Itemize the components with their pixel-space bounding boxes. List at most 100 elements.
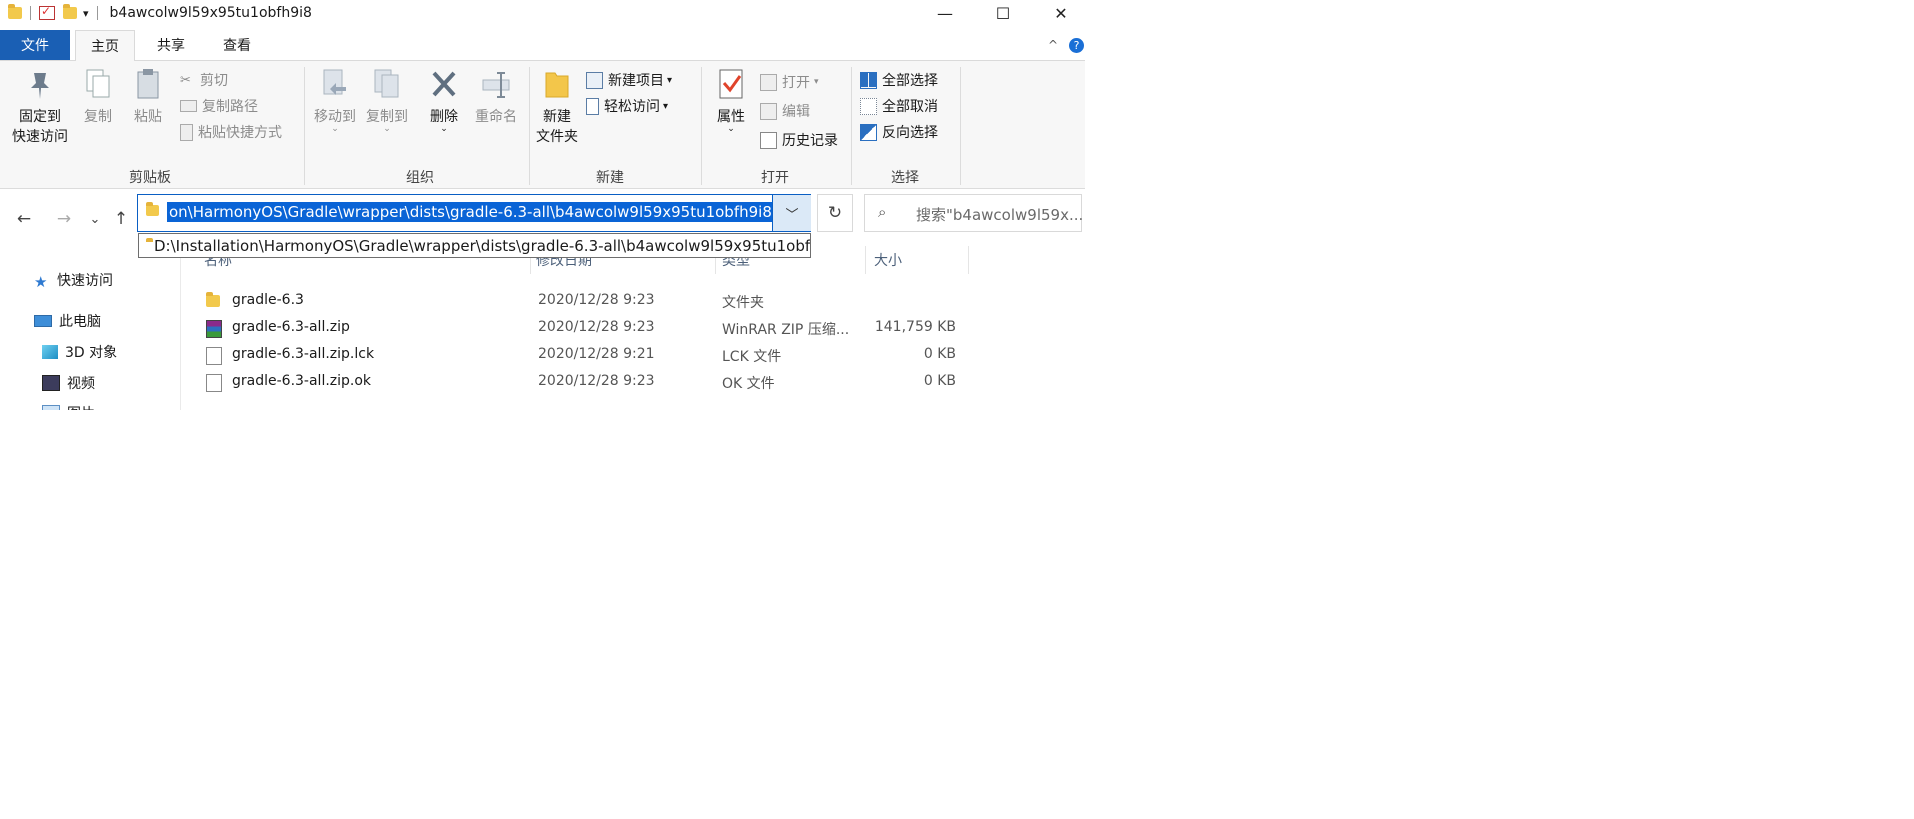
nav-item-videos[interactable]: 视频 bbox=[42, 371, 95, 395]
navigation-pane: ★ 快速访问 此电脑 3D 对象 视频 图片 bbox=[0, 246, 181, 410]
column-separator[interactable] bbox=[865, 246, 866, 274]
nav-item-pictures[interactable]: 图片 bbox=[42, 401, 95, 410]
cut-button[interactable]: ✂ 剪切 bbox=[180, 69, 228, 91]
help-icon: ? bbox=[1069, 37, 1084, 53]
delete-button[interactable]: 删除 ⌄ bbox=[424, 63, 464, 134]
star-icon: ★ bbox=[34, 273, 48, 291]
copy-path-button[interactable]: 复制路径 bbox=[180, 95, 258, 117]
file-row[interactable]: gradle-6.3-all.zip.lck 2020/12/28 9:21 L… bbox=[196, 342, 956, 369]
paste-button[interactable]: 粘贴 bbox=[128, 63, 168, 126]
copy-button[interactable]: 复制 bbox=[78, 63, 118, 126]
select-all-button[interactable]: 全部选择 bbox=[860, 69, 938, 91]
winrar-zip-icon bbox=[206, 320, 222, 338]
file-name: gradle-6.3-all.zip.ok bbox=[232, 373, 372, 389]
edit-icon bbox=[760, 102, 777, 120]
ribbon-tabs: 文件 主页 共享 查看 ^ ? bbox=[0, 30, 1085, 62]
paste-shortcut-icon bbox=[180, 123, 193, 141]
history-button[interactable]: 历史记录 bbox=[760, 129, 838, 151]
nav-item-this-pc[interactable]: 此电脑 bbox=[34, 309, 101, 333]
forward-button[interactable]: → bbox=[51, 206, 77, 232]
delete-label: 删除 bbox=[430, 109, 458, 125]
collapse-ribbon-icon[interactable]: ^ bbox=[1043, 30, 1063, 60]
explorer-window: ▾ b4awcolw9l59x95tu1obfh9i8 — ☐ ✕ 文件 主页 … bbox=[0, 0, 1085, 410]
file-type: 文件夹 bbox=[722, 295, 764, 311]
file-type: OK 文件 bbox=[722, 376, 775, 392]
group-separator bbox=[851, 67, 852, 185]
properties-label: 属性 bbox=[717, 109, 745, 125]
tab-view[interactable]: 查看 bbox=[208, 30, 266, 60]
easy-access-button[interactable]: 轻松访问 ▾ bbox=[586, 95, 668, 117]
properties-dropdown-icon: ⌄ bbox=[727, 124, 735, 134]
file-row[interactable]: gradle-6.3-all.zip 2020/12/28 9:23 WinRA… bbox=[196, 315, 956, 342]
up-button[interactable]: ↑ bbox=[108, 206, 134, 232]
select-none-button[interactable]: 全部取消 bbox=[860, 95, 938, 117]
paste-icon bbox=[133, 67, 163, 101]
new-folder-icon[interactable] bbox=[63, 4, 77, 19]
history-label: 历史记录 bbox=[782, 133, 838, 149]
nav-label: 视频 bbox=[67, 376, 95, 392]
new-folder-button[interactable]: 新建 文件夹 bbox=[531, 63, 583, 146]
recent-locations-button[interactable]: ⌄ bbox=[82, 206, 108, 232]
refresh-button[interactable]: ↻ bbox=[817, 194, 853, 232]
address-suggestion[interactable]: D:\Installation\HarmonyOS\Gradle\wrapper… bbox=[138, 233, 811, 258]
address-dropdown-button[interactable]: ﹀ bbox=[772, 195, 811, 231]
title-separator bbox=[96, 6, 98, 20]
tab-share[interactable]: 共享 bbox=[142, 30, 200, 60]
file-row[interactable]: gradle-6.3-all.zip.ok 2020/12/28 9:23 OK… bbox=[196, 369, 956, 396]
open-button[interactable]: 打开 ▾ bbox=[760, 71, 819, 93]
file-name: gradle-6.3-all.zip bbox=[232, 319, 350, 335]
invert-selection-label: 反向选择 bbox=[882, 125, 938, 141]
close-button[interactable]: ✕ bbox=[1032, 0, 1085, 26]
new-item-dropdown-icon: ▾ bbox=[667, 74, 673, 86]
address-input[interactable]: on\HarmonyOS\Gradle\wrapper\dists\gradle… bbox=[167, 202, 774, 222]
back-button[interactable]: ← bbox=[11, 206, 37, 232]
new-folder-icon bbox=[542, 67, 572, 101]
copy-to-icon bbox=[372, 67, 402, 101]
folder-icon bbox=[146, 202, 159, 216]
minimize-button[interactable]: — bbox=[916, 0, 974, 26]
folder-icon[interactable] bbox=[8, 4, 22, 19]
file-modified: 2020/12/28 9:23 bbox=[538, 319, 655, 335]
scissors-icon: ✂ bbox=[180, 72, 191, 88]
properties-icon[interactable] bbox=[39, 4, 55, 20]
nav-label: 3D 对象 bbox=[65, 345, 118, 361]
group-separator bbox=[529, 67, 530, 185]
tab-home[interactable]: 主页 bbox=[75, 30, 135, 62]
nav-item-3d-objects[interactable]: 3D 对象 bbox=[42, 340, 117, 364]
copy-path-icon bbox=[180, 100, 197, 112]
properties-button[interactable]: 属性 ⌄ bbox=[711, 63, 751, 134]
nav-item-quick-access[interactable]: ★ 快速访问 bbox=[34, 268, 113, 292]
move-to-button[interactable]: 移动到 ⌄ bbox=[310, 63, 360, 134]
file-icon bbox=[206, 374, 222, 392]
easy-access-icon bbox=[586, 97, 599, 115]
open-icon bbox=[760, 73, 777, 91]
film-icon bbox=[42, 375, 60, 391]
suggestion-path: D:\Installation\HarmonyOS\Gradle\wrapper… bbox=[154, 236, 811, 255]
new-item-button[interactable]: 新建项目 ▾ bbox=[586, 69, 672, 91]
file-row[interactable]: gradle-6.3 2020/12/28 9:23 文件夹 bbox=[196, 288, 956, 315]
history-icon bbox=[760, 131, 777, 149]
qat-dropdown-icon[interactable]: ▾ bbox=[83, 7, 89, 20]
search-input[interactable]: 搜索"b4awcolw9l59x... bbox=[916, 204, 1083, 225]
maximize-button[interactable]: ☐ bbox=[974, 0, 1032, 26]
edit-button[interactable]: 编辑 bbox=[760, 100, 810, 122]
address-bar[interactable]: on\HarmonyOS\Gradle\wrapper\dists\gradle… bbox=[137, 194, 811, 232]
invert-selection-button[interactable]: 反向选择 bbox=[860, 121, 938, 143]
copy-path-label: 复制路径 bbox=[202, 99, 258, 115]
qat-separator bbox=[30, 6, 31, 20]
search-box[interactable]: ⌕ 搜索"b4awcolw9l59x... bbox=[864, 194, 1083, 232]
copy-to-button[interactable]: 复制到 ⌄ bbox=[362, 63, 412, 134]
column-separator[interactable] bbox=[968, 246, 969, 274]
pin-quick-access-button[interactable]: 固定到 快速访问 bbox=[6, 63, 74, 146]
file-type: WinRAR ZIP 压缩... bbox=[722, 322, 850, 338]
column-header-size[interactable]: 大小 bbox=[874, 246, 902, 274]
rename-button[interactable]: 重命名 bbox=[470, 63, 522, 126]
help-button[interactable]: ? bbox=[1068, 30, 1085, 60]
title-bar: ▾ b4awcolw9l59x95tu1obfh9i8 — ☐ ✕ bbox=[0, 0, 1085, 26]
pictures-icon bbox=[42, 405, 60, 410]
file-menu-button[interactable]: 文件 bbox=[0, 30, 70, 60]
open-label: 打开 bbox=[782, 75, 810, 91]
copy-icon bbox=[83, 67, 113, 101]
pin-label-line2: 快速访问 bbox=[12, 129, 68, 145]
paste-shortcut-button[interactable]: 粘贴快捷方式 bbox=[180, 121, 282, 143]
